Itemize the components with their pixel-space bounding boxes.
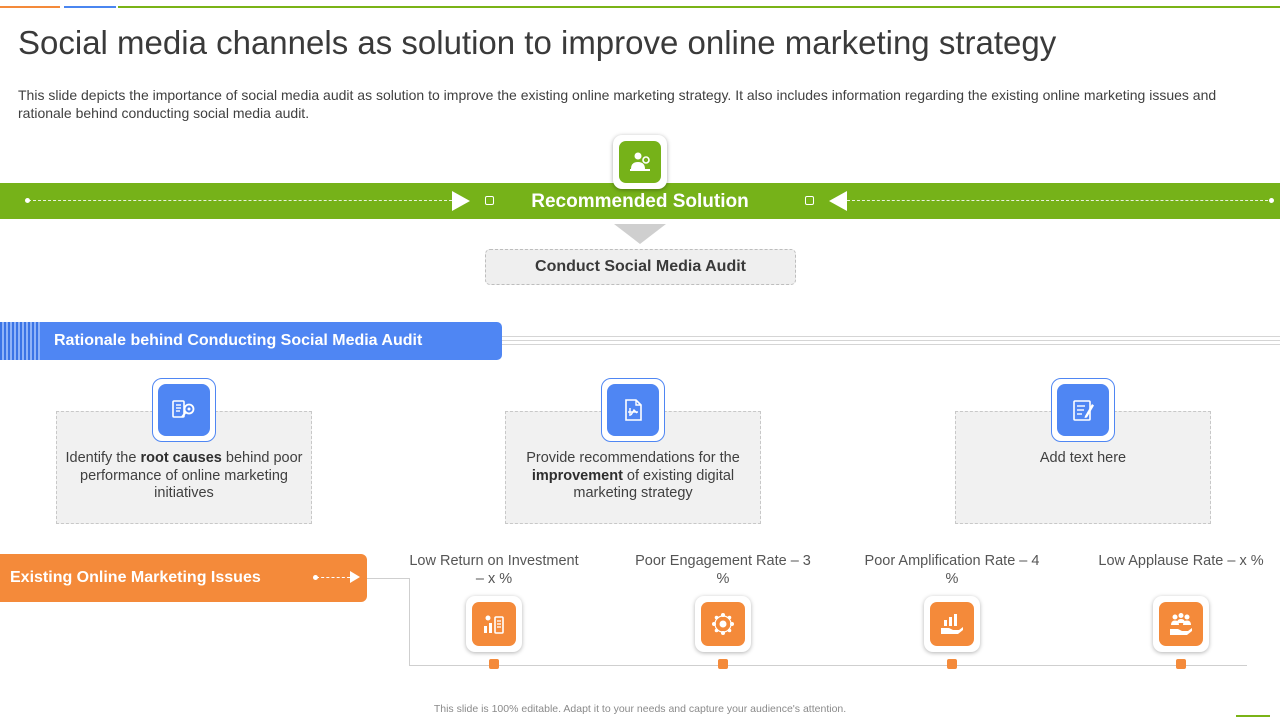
connector-line: [409, 665, 1247, 666]
rationale-stripes: [0, 322, 40, 360]
connector-line: [367, 578, 409, 579]
rationale-card-text: Provide recommendations for the improvem…: [526, 450, 740, 501]
recommended-solution-label: Recommended Solution: [531, 191, 749, 212]
rationale-icon-tile: [152, 378, 216, 442]
issue-label: Low Return on Investment – x %: [409, 553, 579, 587]
issue-icon-tile: [924, 596, 980, 652]
issues-arrow-head: [350, 571, 360, 583]
divider-line: [502, 344, 1280, 345]
conduct-audit-box: Conduct Social Media Audit: [485, 249, 796, 285]
issue-label: Low Applause Rate – x %: [1098, 553, 1264, 569]
solution-icon-tile: [613, 135, 667, 189]
notepad-icon: [1057, 384, 1109, 436]
issue-icon-tile: [1153, 596, 1209, 652]
rationale-card-text: Add text here: [1039, 450, 1127, 466]
band-square-right: [805, 196, 814, 205]
issue-marker: [947, 659, 957, 669]
rationale-card-text: Identify the root causes behind poor per…: [65, 450, 303, 501]
issue-icon-tile: [695, 596, 751, 652]
band-dash-left: [28, 200, 452, 201]
investment-chart-icon: [472, 602, 516, 646]
issue-marker: [1176, 659, 1186, 669]
rationale-heading: Rationale behind Conducting Social Media…: [54, 332, 423, 349]
hand-chart-icon: [930, 602, 974, 646]
issue-marker: [489, 659, 499, 669]
issues-heading: Existing Online Marketing Issues: [10, 569, 261, 586]
rationale-icon-tile: [601, 378, 665, 442]
issues-arrow-line: [316, 577, 350, 578]
slide-description: This slide depicts the importance of soc…: [18, 87, 1217, 121]
band-arrow-right: [452, 191, 470, 211]
document-chart-icon: [607, 384, 659, 436]
issue-label: Poor Amplification Rate – 4 %: [864, 553, 1040, 587]
divider-line: [502, 340, 1280, 341]
band-arrow-left: [829, 191, 847, 211]
top-accent-blue: [64, 6, 116, 8]
person-presenting-icon: [619, 141, 661, 183]
issue-icon-tile: [466, 596, 522, 652]
issue-marker: [718, 659, 728, 669]
connector-line: [409, 578, 410, 666]
slide-title: Social media channels as solution to imp…: [18, 24, 1057, 61]
report-search-icon: [158, 384, 210, 436]
divider-line: [502, 336, 1280, 337]
top-accent-green: [118, 6, 1280, 8]
group-hand-icon: [1159, 602, 1203, 646]
network-icon: [701, 602, 745, 646]
band-dot-right: [1269, 198, 1274, 203]
issue-label: Poor Engagement Rate – 3 %: [635, 553, 811, 587]
rationale-header: Rationale behind Conducting Social Media…: [0, 322, 502, 360]
footer-note: This slide is 100% editable. Adapt it to…: [433, 703, 847, 715]
band-dash-right: [847, 200, 1273, 201]
corner-accent: [1236, 715, 1270, 717]
issues-header: Existing Online Marketing Issues: [0, 554, 367, 602]
rationale-icon-tile: [1051, 378, 1115, 442]
solution-pointer: [614, 224, 666, 244]
top-accent-orange: [0, 6, 60, 8]
